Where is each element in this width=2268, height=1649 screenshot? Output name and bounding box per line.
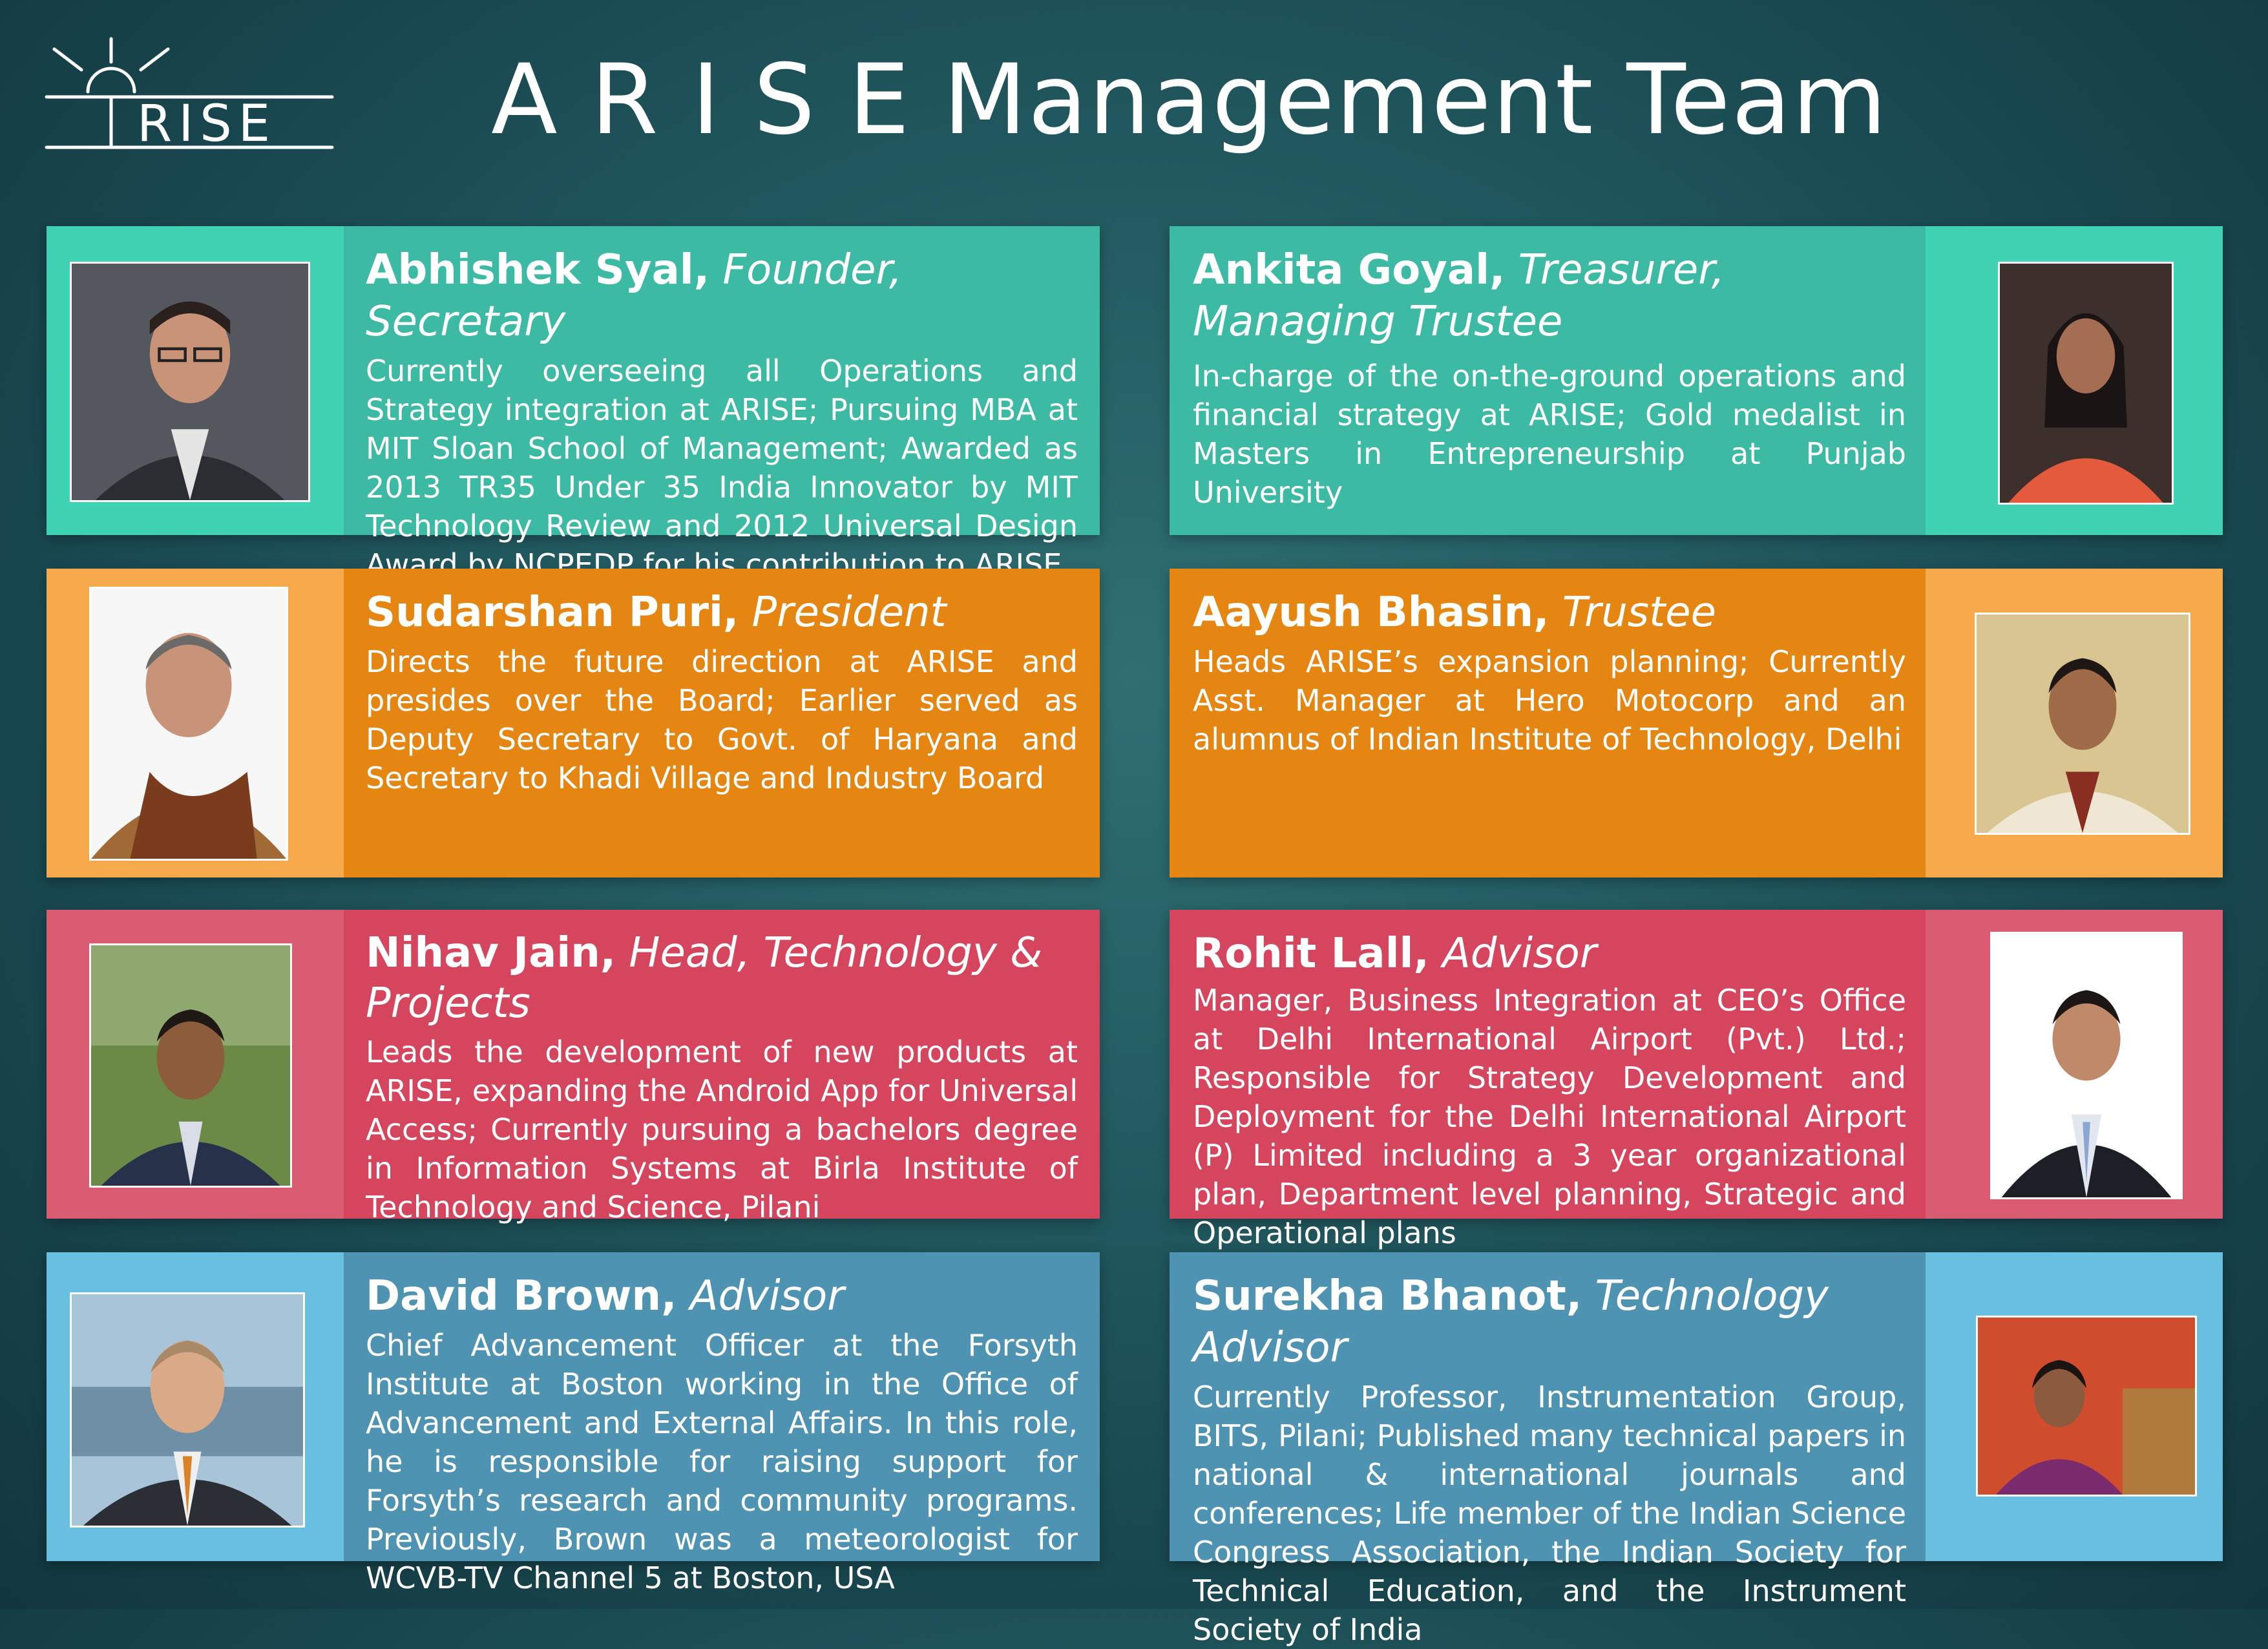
member-bio: Currently overseeing all Operations and … — [366, 353, 1078, 582]
member-name: Abhishek Syal, — [366, 246, 709, 294]
member-card-aayush-bhasin: Aayush Bhasin, Trustee Heads ARISE’s exp… — [1170, 569, 2223, 877]
member-card-surekha-bhanot: Surekha Bhanot, Technology Advisor Curre… — [1170, 1252, 2223, 1647]
member-photo — [89, 943, 292, 1188]
member-text: Aayush Bhasin, Trustee Heads ARISE’s exp… — [1170, 569, 1926, 877]
portrait-icon — [72, 1294, 303, 1526]
member-name: David Brown, — [366, 1272, 677, 1320]
photo-panel — [1926, 569, 2223, 877]
member-text: Surekha Bhanot, Technology Advisor Curre… — [1170, 1252, 1926, 1647]
member-role: President — [751, 589, 947, 636]
member-heading: Sudarshan Puri, President — [366, 587, 1078, 638]
member-bio: Leads the development of new products at… — [366, 1035, 1078, 1224]
member-photo — [1975, 613, 2190, 835]
member-card-abhishek-syal: Abhishek Syal, Founder, Secretary Curren… — [47, 226, 1100, 582]
member-photo — [70, 262, 310, 502]
photo-panel — [47, 569, 344, 877]
member-heading: Aayush Bhasin, Trustee — [1193, 587, 1906, 638]
member-heading: Rohit Lall, Advisor — [1193, 928, 1906, 980]
member-card-david-brown: David Brown, Advisor Chief Advancement O… — [47, 1252, 1100, 1595]
photo-panel — [1926, 910, 2223, 1219]
photo-panel — [47, 226, 344, 535]
member-heading: Nihav Jain, Head, Technology & Projects — [366, 928, 1078, 1029]
member-photo — [1976, 1316, 2197, 1497]
portrait-icon — [1978, 1318, 2195, 1495]
member-text: Ankita Goyal, Treasurer, Managing Truste… — [1170, 226, 1926, 535]
member-name: Aayush Bhasin, — [1193, 589, 1549, 636]
portrait-icon — [1992, 934, 2181, 1197]
member-bio: Currently Professor, Instrumentation Gro… — [1193, 1380, 1906, 1647]
member-heading: Surekha Bhanot, Technology Advisor — [1193, 1270, 1906, 1374]
member-name: Nihav Jain, — [366, 929, 616, 977]
member-heading: Abhishek Syal, Founder, Secretary — [366, 244, 1078, 348]
member-role: Trustee — [1562, 589, 1716, 636]
photo-panel — [47, 910, 344, 1219]
member-name: Surekha Bhanot, — [1193, 1272, 1582, 1320]
photo-panel — [47, 1252, 344, 1561]
member-bio: In-charge of the on-the-ground operation… — [1193, 359, 1906, 510]
portrait-icon — [1977, 614, 2189, 833]
member-text: Abhishek Syal, Founder, Secretary Curren… — [344, 226, 1100, 582]
member-bio: Heads ARISE’s expansion planning; Curren… — [1193, 644, 1906, 757]
member-text: Nihav Jain, Head, Technology & Projects … — [344, 910, 1100, 1224]
photo-panel — [1926, 1252, 2223, 1561]
member-text: Sudarshan Puri, President Directs the fu… — [344, 569, 1100, 877]
member-bio: Chief Advancement Officer at the Forsyth… — [366, 1328, 1078, 1595]
portrait-icon — [91, 945, 290, 1186]
svg-text:RISE: RISE — [137, 95, 277, 153]
member-photo — [1998, 262, 2174, 505]
member-text: David Brown, Advisor Chief Advancement O… — [344, 1252, 1100, 1595]
member-photo — [1990, 932, 2183, 1199]
member-role: Advisor — [1442, 930, 1597, 978]
member-name: Ankita Goyal, — [1193, 246, 1506, 294]
member-photo — [89, 587, 288, 861]
member-name: Sudarshan Puri, — [366, 589, 739, 636]
member-bio: Manager, Business Integration at CEO’s O… — [1193, 983, 1906, 1250]
member-heading: Ankita Goyal, Treasurer, Managing Truste… — [1193, 244, 1906, 348]
member-text: Rohit Lall, Advisor Manager, Business In… — [1170, 910, 1926, 1250]
member-name: Rohit Lall, — [1193, 930, 1429, 978]
arise-logo: RISE — [41, 36, 339, 165]
member-heading: David Brown, Advisor — [366, 1270, 1078, 1322]
member-photo — [70, 1292, 305, 1528]
portrait-icon — [2000, 264, 2172, 503]
member-card-nihav-jain: Nihav Jain, Head, Technology & Projects … — [47, 910, 1100, 1224]
member-card-rohit-lall: Rohit Lall, Advisor Manager, Business In… — [1170, 910, 2223, 1250]
arise-logo-mark: RISE — [45, 37, 334, 153]
member-card-sudarshan-puri: Sudarshan Puri, President Directs the fu… — [47, 569, 1100, 877]
photo-panel — [1926, 226, 2223, 535]
page-title: A R I S E Management Team — [491, 44, 1888, 156]
portrait-icon — [91, 589, 286, 859]
portrait-icon — [72, 264, 308, 500]
member-bio: Directs the future direction at ARISE an… — [366, 644, 1078, 795]
member-role: Advisor — [689, 1272, 845, 1320]
member-card-ankita-goyal: Ankita Goyal, Treasurer, Managing Truste… — [1170, 226, 2223, 535]
